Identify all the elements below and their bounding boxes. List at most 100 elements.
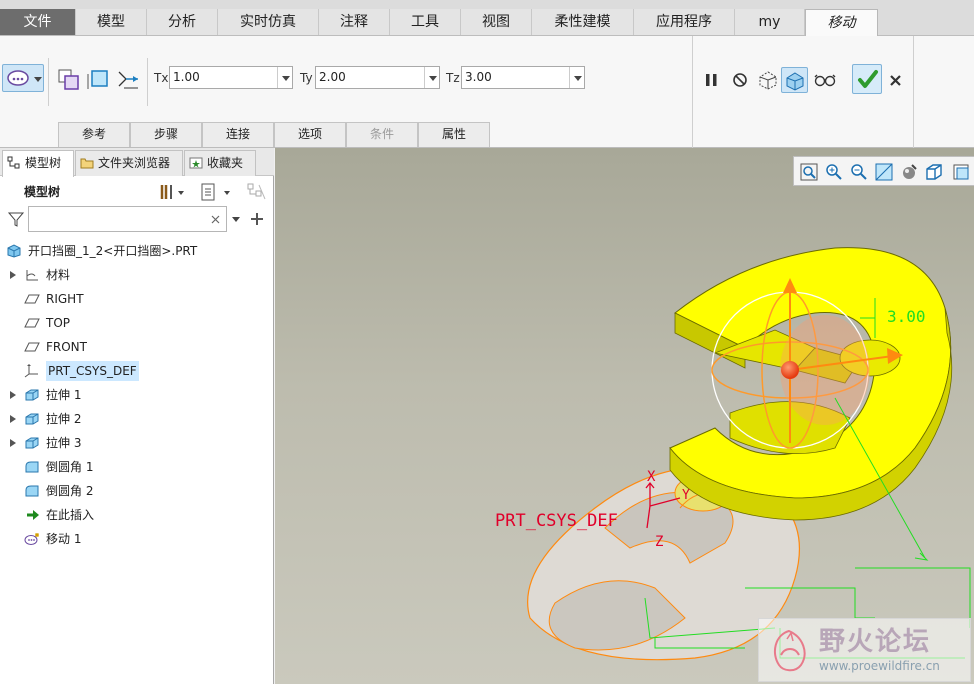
tab-analysis[interactable]: 分析: [147, 9, 218, 35]
repaint-icon[interactable]: [873, 161, 895, 183]
hidden-items-icon: [247, 183, 266, 200]
tx-input[interactable]: 1.00: [169, 66, 293, 89]
tree-node-label: 在此插入: [46, 508, 95, 522]
tab-model-tree-label: 模型树: [25, 156, 62, 170]
tab-tools[interactable]: 工具: [390, 9, 461, 35]
pause-button[interactable]: [700, 67, 722, 91]
datum-plane-icon: [24, 294, 40, 304]
subtab-steps[interactable]: 步骤: [130, 122, 202, 147]
saved-orientations-icon[interactable]: [949, 161, 971, 183]
expand-icon[interactable]: [10, 439, 16, 447]
tree-settings-button[interactable]: [156, 180, 186, 202]
tab-my[interactable]: my: [735, 9, 805, 35]
cancel-button[interactable]: [884, 67, 906, 91]
appearance-icon[interactable]: [898, 161, 920, 183]
chevron-down-icon[interactable]: [424, 67, 439, 88]
tree-node-extrude-1[interactable]: 拉伸 1: [0, 385, 274, 405]
tree-node-top[interactable]: TOP: [0, 313, 274, 333]
tree-node-round-1[interactable]: 倒圆角 1: [0, 457, 274, 477]
subtab-options[interactable]: 选项: [274, 122, 346, 147]
chevron-down-icon[interactable]: [231, 216, 241, 224]
axis-x-label: X: [647, 469, 656, 485]
favorites-icon: [189, 157, 203, 169]
tz-input[interactable]: 3.00: [461, 66, 585, 89]
tab-applications[interactable]: 应用程序: [634, 9, 735, 35]
add-icon[interactable]: [250, 212, 264, 226]
subtab-properties[interactable]: 属性: [418, 122, 490, 147]
tab-file[interactable]: 文件: [0, 9, 76, 35]
round-icon: [25, 485, 39, 497]
tab-model[interactable]: 模型: [76, 9, 147, 35]
tree-icon: [7, 156, 20, 169]
tree-node-label: 开口挡圈_1_2<开口挡圈>.PRT: [28, 244, 198, 258]
tab-model-tree[interactable]: 模型树: [2, 150, 74, 177]
clear-icon[interactable]: [211, 215, 220, 224]
expand-icon[interactable]: [10, 391, 16, 399]
zoom-out-icon[interactable]: [848, 161, 870, 183]
dynamic-preview-button[interactable]: [781, 67, 808, 93]
verify-button[interactable]: [811, 67, 837, 91]
display-style-icon[interactable]: [923, 161, 945, 183]
watermark-title: 野火论坛: [819, 627, 932, 657]
tree-node-label: 拉伸 3: [46, 436, 82, 450]
tree-node-part[interactable]: 开口挡圈_1_2<开口挡圈>.PRT: [0, 241, 274, 261]
extrude-icon: [25, 389, 39, 401]
refit-icon[interactable]: [798, 161, 820, 183]
folder-icon: [80, 158, 94, 169]
no-preview-icon: [733, 73, 747, 87]
dimension-label[interactable]: 3.00: [887, 307, 926, 326]
expand-icon[interactable]: [10, 271, 16, 279]
tab-favorites-label: 收藏夹: [207, 156, 244, 170]
tree-node-label: 拉伸 2: [46, 412, 82, 426]
tab-annotate[interactable]: 注释: [319, 9, 390, 35]
hidden-items-button: [244, 180, 268, 202]
ty-value: 2.00: [319, 70, 346, 84]
subtab-references[interactable]: 参考: [58, 122, 130, 147]
show-options-button[interactable]: [197, 180, 233, 202]
model-tree-title: 模型树: [24, 185, 61, 199]
static-preview-button[interactable]: [755, 67, 779, 91]
list-icon: [201, 183, 230, 201]
tree-node-csys[interactable]: PRT_CSYS_DEF: [0, 361, 274, 381]
tree-node-round-2[interactable]: 倒圆角 2: [0, 481, 274, 501]
tree-node-label: 移动 1: [46, 532, 82, 546]
tree-node-front[interactable]: FRONT: [0, 337, 274, 357]
navigator-tabs: 模型树 文件夹浏览器 收藏夹: [0, 148, 274, 177]
graphics-viewport[interactable]: 3.00 X Y Z PRT_CSYS_DEF 野火论坛 www.proewil…: [275, 148, 974, 684]
static-preview-icon: [759, 71, 777, 90]
tree-node-label: 拉伸 1: [46, 388, 82, 402]
model-scene[interactable]: 3.00 X Y Z PRT_CSYS_DEF: [275, 148, 974, 684]
tab-flexible-modeling[interactable]: 柔性建模: [532, 9, 634, 35]
tab-move[interactable]: 移动: [805, 9, 878, 37]
axis-y-label: Y: [682, 488, 690, 503]
tab-live-simulation[interactable]: 实时仿真: [218, 9, 319, 35]
navigator-panel: 模型树 文件夹浏览器 收藏夹 模型树 开口挡圈_1_2<开口挡圈>.PRT 材料…: [0, 148, 274, 684]
ok-button[interactable]: [852, 64, 882, 94]
move-dashboard: Tx 1.00 Ty 2.00 Tz 3.00 参考 步骤 连接 选项 条件 属…: [0, 36, 974, 148]
chevron-down-icon[interactable]: [277, 67, 292, 88]
tree-node-material[interactable]: 材料: [0, 265, 274, 285]
tree-search-input[interactable]: [28, 206, 227, 232]
close-icon: [890, 75, 901, 86]
rotate-icon[interactable]: [84, 66, 110, 92]
tree-node-move-1[interactable]: 移动 1: [0, 529, 274, 549]
no-preview-button[interactable]: [728, 67, 750, 91]
extrude-icon: [25, 413, 39, 425]
subtab-connect[interactable]: 连接: [202, 122, 274, 147]
filter-icon[interactable]: [7, 210, 25, 228]
tab-view[interactable]: 视图: [461, 9, 532, 35]
zoom-in-icon[interactable]: [823, 161, 845, 183]
chevron-down-icon[interactable]: [569, 67, 584, 88]
tx-value: 1.00: [173, 70, 200, 84]
tree-node-insert-here[interactable]: 在此插入: [0, 505, 274, 525]
move-reference-icon[interactable]: [113, 66, 143, 92]
expand-icon[interactable]: [10, 415, 16, 423]
ty-input[interactable]: 2.00: [315, 66, 440, 89]
tree-node-right[interactable]: RIGHT: [0, 289, 274, 309]
tab-favorites[interactable]: 收藏夹: [184, 150, 256, 176]
move-type-dropdown[interactable]: [2, 64, 44, 92]
tab-folder-browser[interactable]: 文件夹浏览器: [75, 150, 183, 176]
tree-node-extrude-3[interactable]: 拉伸 3: [0, 433, 274, 453]
tree-node-extrude-2[interactable]: 拉伸 2: [0, 409, 274, 429]
translate-icon[interactable]: [55, 66, 81, 92]
